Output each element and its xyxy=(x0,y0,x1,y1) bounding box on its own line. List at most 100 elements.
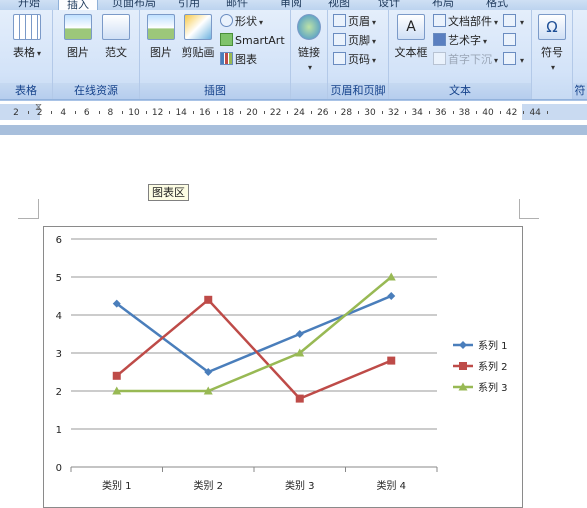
tab-layout[interactable]: 布局 xyxy=(432,0,454,9)
y-tick-label: 3 xyxy=(56,349,62,360)
signature-icon xyxy=(503,14,516,27)
tab-mailings[interactable]: 邮件 xyxy=(226,0,248,9)
datetime-button[interactable] xyxy=(503,33,518,49)
doc-parts-icon xyxy=(433,14,446,27)
textbox-button[interactable]: A 文本框 xyxy=(392,14,430,60)
ruler-number: 16 xyxy=(199,108,211,118)
tab-design[interactable]: 设计 xyxy=(378,0,400,9)
group-title-symbols: 符 xyxy=(573,83,587,99)
data-point xyxy=(387,292,396,300)
wordart-icon xyxy=(433,33,446,46)
textbox-icon: A xyxy=(397,14,425,40)
chevron-down-icon: ▾ xyxy=(307,63,312,72)
y-tick-label: 0 xyxy=(56,463,62,474)
table-button-label: 表格 xyxy=(12,46,35,59)
ruler-number: 30 xyxy=(364,108,376,118)
drop-cap-icon xyxy=(433,52,446,65)
ruler-number: 20 xyxy=(246,108,258,118)
chevron-down-icon: ▾ xyxy=(372,56,377,65)
object-button[interactable]: ▾ xyxy=(503,52,524,68)
tab-view[interactable]: 视图 xyxy=(328,0,350,9)
smartart-icon xyxy=(220,33,233,46)
data-point xyxy=(112,371,121,380)
object-icon xyxy=(503,52,516,65)
line-chart[interactable]: 0 1 2 3 4 5 6 类别 1 类别 2 类别 3 类别 4 系列 1 系列 2 系列 3 xyxy=(44,227,522,507)
online-picture-button[interactable]: 图片 xyxy=(61,14,95,60)
horizontal-ruler[interactable]: 2 2 4 6 8 10 12 14 16 18 20 22 24 26 28 30 32 34 36 38 40 42 4… xyxy=(0,100,587,126)
y-tick-label: 1 xyxy=(56,425,62,436)
ruler-number: 36 xyxy=(435,108,447,118)
table-button[interactable]: 表格 ▾ xyxy=(10,14,44,60)
clipart-label: 剪贴画 xyxy=(181,46,215,59)
y-tick-label: 4 xyxy=(56,311,62,322)
ruler-number: 34 xyxy=(411,108,423,118)
chevron-down-icon: ▾ xyxy=(494,56,499,65)
data-point xyxy=(295,330,304,338)
links-button[interactable]: 链接 ▾ xyxy=(293,14,325,73)
calendar-icon xyxy=(503,33,516,46)
tab-page-layout[interactable]: 页面布局 xyxy=(112,0,156,9)
crop-mark-right xyxy=(519,199,520,219)
chevron-down-icon: ▾ xyxy=(520,18,525,27)
picture-button[interactable]: 图片 xyxy=(146,14,176,60)
ruler-number: 38 xyxy=(458,108,471,118)
footer-button[interactable]: 页脚 ▾ xyxy=(333,33,376,49)
links-label: 链接 xyxy=(298,46,320,59)
wordart-label: 艺术字 xyxy=(448,34,481,47)
x-category-label: 类别 1 xyxy=(102,479,132,492)
template-button[interactable]: 范文 xyxy=(99,14,133,60)
ruler-number: 32 xyxy=(387,108,400,118)
chevron-down-icon: ▾ xyxy=(259,18,264,27)
data-point xyxy=(295,394,304,403)
header-icon xyxy=(333,14,346,27)
chevron-down-icon: ▾ xyxy=(36,49,41,58)
y-tick-label: 2 xyxy=(56,387,62,398)
chart-area[interactable]: 0 1 2 3 4 5 6 类别 1 类别 2 类别 3 类别 4 系列 1 系列 2 系列 3 xyxy=(43,226,523,508)
chevron-down-icon: ▾ xyxy=(494,18,499,27)
doc-parts-button[interactable]: 文档部件 ▾ xyxy=(433,14,498,30)
chevron-down-icon: ▾ xyxy=(483,37,488,46)
symbol-button[interactable]: Ω 符号 ▾ xyxy=(534,14,570,73)
footer-label: 页脚 xyxy=(348,34,370,47)
y-tick-label: 6 xyxy=(56,235,62,246)
ruler-number: 24 xyxy=(293,108,305,118)
group-table: 表格 ▾ 表格 xyxy=(0,10,53,99)
clipart-icon xyxy=(184,14,212,40)
tab-references[interactable]: 引用 xyxy=(178,0,200,9)
ruler-number: 10 xyxy=(128,108,140,118)
ribbon: 表格 ▾ 表格 图片 范文 在线资源 图片 剪贴画 形状 ▾ SmartArt 图表… xyxy=(0,10,587,100)
crop-mark-left xyxy=(38,199,39,219)
ruler-number: 14 xyxy=(175,108,187,118)
page-number-button[interactable]: 页码 ▾ xyxy=(333,52,376,68)
group-title-text: 文本 xyxy=(389,83,531,99)
drop-cap-button[interactable]: 首字下沉 ▾ xyxy=(433,52,498,68)
data-point xyxy=(204,295,213,304)
tab-home[interactable]: 开始 xyxy=(18,0,40,9)
chevron-down-icon: ▾ xyxy=(372,18,377,27)
tab-review[interactable]: 审阅 xyxy=(280,0,302,9)
shapes-button[interactable]: 形状 ▾ xyxy=(220,14,263,30)
header-button[interactable]: 页眉 ▾ xyxy=(333,14,376,30)
group-title-online: 在线资源 xyxy=(53,83,139,99)
group-links: 链接 ▾ xyxy=(291,10,328,99)
shapes-icon xyxy=(220,14,233,27)
page-number-label: 页码 xyxy=(348,53,370,66)
table-icon xyxy=(13,14,41,40)
wordart-button[interactable]: 艺术字 ▾ xyxy=(433,33,487,49)
signature-button[interactable]: ▾ xyxy=(503,14,524,30)
picture-icon xyxy=(147,14,175,40)
tab-format[interactable]: 格式 xyxy=(486,0,508,9)
series-line xyxy=(116,294,392,374)
footer-icon xyxy=(333,33,346,46)
globe-icon xyxy=(297,14,321,40)
omega-icon: Ω xyxy=(538,14,566,40)
ruler-number: 18 xyxy=(222,108,235,118)
chart-button[interactable]: 图表 xyxy=(220,52,257,68)
indent-marker-icon[interactable]: ⧖ xyxy=(35,102,42,113)
ruler-number: 22 xyxy=(269,108,282,118)
chart-area-tooltip: 图表区 xyxy=(148,184,189,201)
clipart-button[interactable]: 剪贴画 xyxy=(180,14,216,60)
legend-marker xyxy=(459,362,467,370)
ruler-tick xyxy=(547,111,548,114)
smartart-button[interactable]: SmartArt xyxy=(220,33,285,49)
